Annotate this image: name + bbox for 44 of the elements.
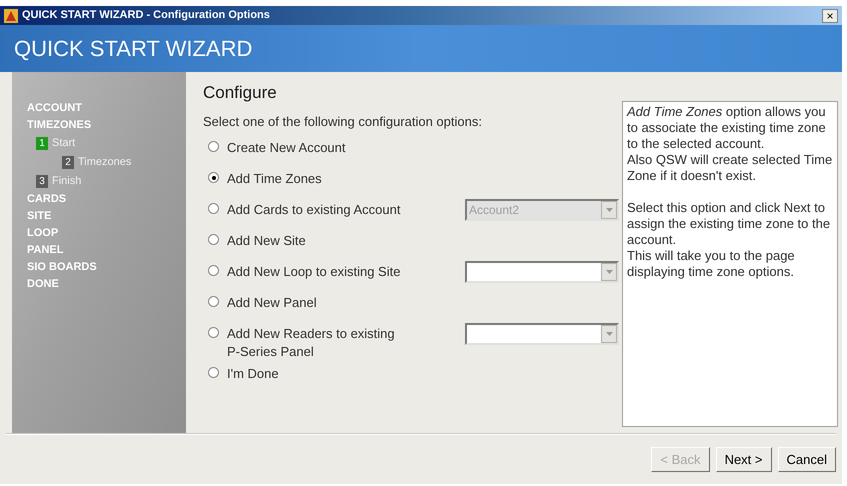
radio-option[interactable]: Add New Loop to existing Site — [208, 263, 458, 281]
instruction-text: Select one of the following configuration options: — [203, 112, 482, 131]
radio-option[interactable]: Add New Site — [208, 232, 458, 250]
section-heading: Configure — [203, 82, 277, 104]
dropdown[interactable] — [465, 323, 619, 345]
radio-option[interactable]: Create New Account — [208, 139, 458, 157]
radio-button[interactable] — [208, 296, 219, 307]
sidebar-item[interactable]: CARDS — [12, 191, 70, 208]
step-number: 2 — [62, 156, 74, 169]
close-button[interactable]: × — [822, 8, 838, 23]
sidebar-item[interactable]: SITE — [12, 208, 56, 225]
radio-option[interactable]: Add Time Zones — [208, 170, 458, 188]
help-text: Add Time Zones option allows you to associate the existing time zone to the selected account. — [627, 104, 827, 152]
help-text: Select this option and click Next to assign the existing time zone to the account. — [627, 200, 832, 248]
radio-button[interactable] — [208, 141, 219, 152]
banner-title: QUICK START WIZARD — [14, 35, 252, 64]
step-label[interactable]: Finish — [52, 173, 82, 190]
radio-option[interactable]: Add Cards to existing Account — [208, 201, 458, 219]
radio-option[interactable]: I'm Done — [208, 365, 458, 383]
help-text: This will take you to the page displaying time zone options. — [627, 248, 796, 280]
sidebar-item[interactable]: DONE — [12, 276, 63, 293]
sidebar-item[interactable]: TIMEZONES — [12, 117, 96, 134]
sidebar-item[interactable]: PANEL — [12, 242, 68, 259]
sidebar-item[interactable]: LOOP — [12, 225, 62, 242]
sidebar-item[interactable]: SIO BOARDS — [12, 259, 101, 276]
radio-button[interactable] — [208, 203, 219, 214]
wizard-icon — [4, 8, 18, 23]
sidebar-item[interactable]: ACCOUNT — [12, 100, 86, 117]
wizard-button[interactable]: Cancel — [778, 447, 836, 472]
radio-button[interactable] — [208, 265, 219, 276]
window-title: QUICK START WIZARD - Configuration Options — [22, 8, 270, 24]
wizard-button[interactable]: Next > — [716, 447, 772, 472]
step-number: 1 — [36, 137, 48, 150]
dropdown[interactable] — [465, 261, 619, 283]
step-label[interactable]: Timezones — [78, 154, 132, 171]
radio-button[interactable] — [208, 172, 219, 183]
step-label[interactable]: Start — [52, 135, 76, 152]
radio-option[interactable]: Add New Readers to existing P-Series Panel — [208, 325, 458, 361]
radio-button[interactable] — [208, 234, 219, 245]
radio-option[interactable]: Add New Panel — [208, 294, 458, 312]
radio-button[interactable] — [208, 327, 219, 338]
radio-button[interactable] — [208, 367, 219, 378]
help-text: Also QSW will create selected Time Zone if it doesn't exist. — [627, 152, 833, 184]
step-number: 3 — [36, 175, 48, 188]
